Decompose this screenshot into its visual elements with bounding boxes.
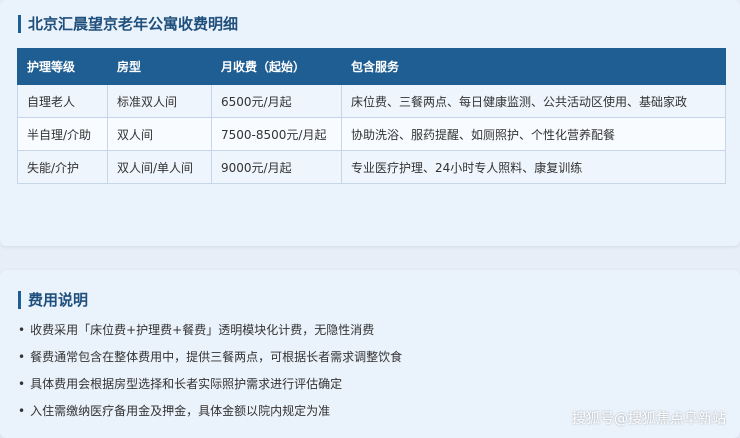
note-text: 入住需缴纳医疗备用金及押金，具体金额以院内规定为准 <box>30 404 331 418</box>
fee-notes-title: 费用说明 <box>18 289 88 310</box>
note-text: 餐费通常包含在整体费用中，提供三餐两点，可根据长者需求调整饮食 <box>30 350 403 364</box>
bullet-icon: • <box>18 404 26 418</box>
list-item: • 具体费用会根据房型选择和长者实际照护需求进行评估确定 <box>18 376 402 403</box>
cell-care-level: 失能/介护 <box>17 150 108 184</box>
cell-services: 专业医疗护理、24小时专人照料、康复训练 <box>341 150 726 184</box>
list-item: • 餐费通常包含在整体费用中，提供三餐两点，可根据长者需求调整饮食 <box>18 349 402 376</box>
fee-detail-title: 北京汇晨望京老年公寓收费明细 <box>18 13 238 34</box>
cell-care-level: 自理老人 <box>17 84 108 118</box>
header-room-type: 房型 <box>107 48 212 85</box>
cell-room-type: 标准双人间 <box>107 84 212 118</box>
bullet-icon: • <box>18 350 26 364</box>
bullet-icon: • <box>18 323 26 337</box>
note-text: 收费采用「床位费+护理费+餐费」透明模块化计费，无隐性消费 <box>30 323 375 337</box>
header-care-level: 护理等级 <box>17 48 108 85</box>
note-text: 具体费用会根据房型选择和长者实际照护需求进行评估确定 <box>30 377 343 391</box>
table-row: 失能/介护 双人间/单人间 9000元/月起 专业医疗护理、24小时专人照料、康… <box>17 150 726 184</box>
cell-services: 协助洗浴、服药提醒、如厕照护、个性化营养配餐 <box>341 117 726 151</box>
header-services: 包含服务 <box>341 48 726 85</box>
fee-detail-card: 北京汇晨望京老年公寓收费明细 护理等级 房型 月收费（起始） 包含服务 自理老人… <box>0 0 740 246</box>
title-accent-bar <box>18 290 21 309</box>
cell-room-type: 双人间/单人间 <box>107 150 212 184</box>
fee-notes-title-text: 费用说明 <box>28 291 89 309</box>
fee-detail-title-text: 北京汇晨望京老年公寓收费明细 <box>28 15 239 33</box>
table-header-row: 护理等级 房型 月收费（起始） 包含服务 <box>17 48 726 85</box>
cell-care-level: 半自理/介助 <box>17 117 108 151</box>
fee-notes-list: • 收费采用「床位费+护理费+餐费」透明模块化计费，无隐性消费 • 餐费通常包含在整… <box>18 322 402 430</box>
title-accent-bar <box>18 14 21 33</box>
cell-room-type: 双人间 <box>107 117 212 151</box>
cell-monthly-fee: 7500-8500元/月起 <box>211 117 342 151</box>
cell-monthly-fee: 9000元/月起 <box>211 150 342 184</box>
list-item: • 入住需缴纳医疗备用金及押金，具体金额以院内规定为准 <box>18 403 402 430</box>
table-row: 半自理/介助 双人间 7500-8500元/月起 协助洗浴、服药提醒、如厕照护、… <box>17 117 726 151</box>
header-monthly-fee: 月收费（起始） <box>211 48 342 85</box>
bullet-icon: • <box>18 377 26 391</box>
cell-services: 床位费、三餐两点、每日健康监测、公共活动区使用、基础家政 <box>341 84 726 118</box>
table-row: 自理老人 标准双人间 6500元/月起 床位费、三餐两点、每日健康监测、公共活动… <box>17 84 726 118</box>
watermark: 搜狐号@搜狐焦点阜新站 <box>572 411 726 427</box>
cell-monthly-fee: 6500元/月起 <box>211 84 342 118</box>
fee-table: 护理等级 房型 月收费（起始） 包含服务 自理老人 标准双人间 6500元/月起… <box>17 48 726 184</box>
list-item: • 收费采用「床位费+护理费+餐费」透明模块化计费，无隐性消费 <box>18 322 402 349</box>
